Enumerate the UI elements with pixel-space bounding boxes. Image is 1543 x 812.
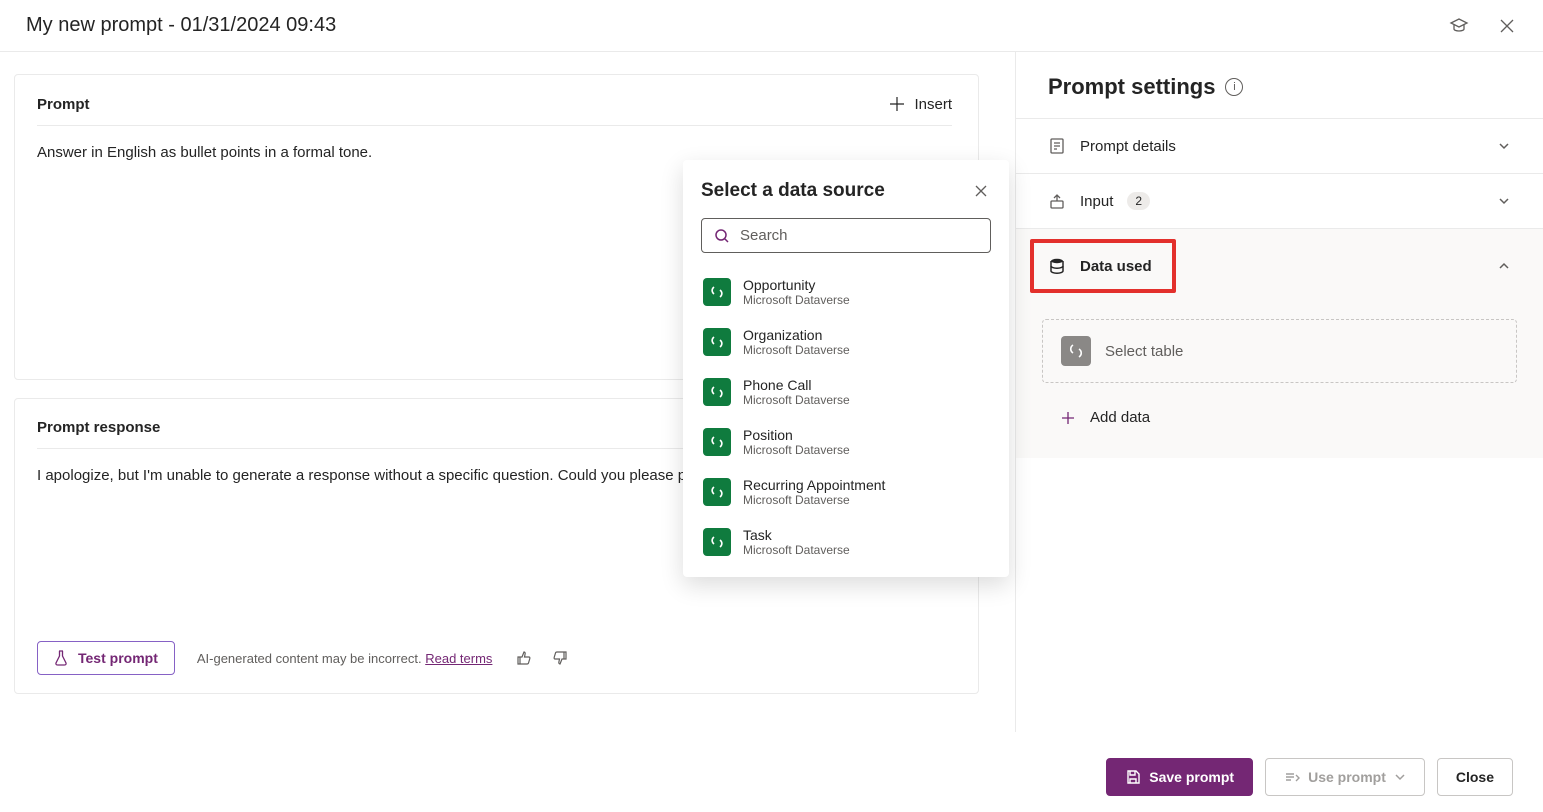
close-button[interactable]: Close: [1437, 758, 1513, 796]
chevron-down-icon: [1497, 139, 1511, 153]
chevron-down-icon: [1394, 771, 1406, 783]
settings-title: Prompt settings: [1048, 74, 1215, 100]
response-title: Prompt response: [37, 419, 160, 436]
save-label: Save prompt: [1149, 769, 1234, 785]
popup-header: Select a data source: [701, 180, 991, 202]
thumbs-up-icon[interactable]: [514, 648, 534, 668]
footer: Save prompt Use prompt Close: [0, 742, 1543, 812]
ds-name: Position: [743, 427, 850, 443]
save-prompt-button[interactable]: Save prompt: [1106, 758, 1253, 796]
input-count-badge: 2: [1127, 192, 1150, 210]
prompt-text[interactable]: Answer in English as bullet points in a …: [37, 126, 952, 161]
page-title: My new prompt - 01/31/2024 09:43: [26, 14, 336, 37]
data-source-item[interactable]: Position Microsoft Dataverse: [701, 417, 991, 467]
header-actions: [1449, 16, 1517, 36]
input-icon: [1048, 192, 1066, 210]
data-used-label: Data used: [1080, 258, 1152, 275]
row-prompt-details[interactable]: Prompt details: [1016, 119, 1543, 173]
feedback-icons: [514, 648, 570, 668]
ds-text: Recurring Appointment Microsoft Datavers…: [743, 477, 885, 507]
data-source-item[interactable]: Organization Microsoft Dataverse: [701, 317, 991, 367]
prompt-card-header: Prompt Insert: [37, 95, 952, 126]
section-prompt-details: Prompt details: [1016, 118, 1543, 173]
learn-icon[interactable]: [1449, 16, 1469, 36]
section-input: Input 2: [1016, 173, 1543, 228]
close-icon[interactable]: [1497, 16, 1517, 36]
dataverse-icon: [703, 278, 731, 306]
save-icon: [1125, 769, 1141, 785]
add-data-label: Add data: [1090, 409, 1150, 426]
dataverse-icon: [703, 378, 731, 406]
data-source-popup: Select a data source Opportunity Microso…: [683, 160, 1009, 577]
ds-sub: Microsoft Dataverse: [743, 493, 885, 507]
plus-icon: [1060, 410, 1076, 426]
settings-panel: Prompt settings i Prompt details Input 2: [1015, 52, 1543, 732]
ds-sub: Microsoft Dataverse: [743, 343, 850, 357]
search-icon: [714, 228, 730, 244]
popup-close-icon[interactable]: [971, 181, 991, 201]
prompt-details-label: Prompt details: [1080, 138, 1483, 155]
use-prompt-button[interactable]: Use prompt: [1265, 758, 1425, 796]
details-icon: [1048, 137, 1066, 155]
ds-name: Organization: [743, 327, 850, 343]
add-data-button[interactable]: Add data: [1042, 397, 1543, 438]
ds-text: Task Microsoft Dataverse: [743, 527, 850, 557]
plus-icon: [888, 95, 906, 113]
data-source-item[interactable]: Task Microsoft Dataverse: [701, 517, 991, 567]
data-source-list: Opportunity Microsoft Dataverse Organiza…: [701, 267, 991, 567]
database-icon: [1048, 257, 1066, 275]
test-prompt-button[interactable]: Test prompt: [37, 641, 175, 675]
close-label: Close: [1456, 769, 1494, 785]
ds-name: Recurring Appointment: [743, 477, 885, 493]
ds-sub: Microsoft Dataverse: [743, 543, 850, 557]
dataverse-icon: [703, 478, 731, 506]
ds-sub: Microsoft Dataverse: [743, 443, 850, 457]
popup-title: Select a data source: [701, 180, 885, 202]
row-input[interactable]: Input 2: [1016, 174, 1543, 228]
disclaimer-text: AI-generated content may be incorrect. R…: [197, 651, 493, 666]
select-table-label: Select table: [1105, 343, 1183, 360]
use-icon: [1284, 769, 1300, 785]
prompt-title: Prompt: [37, 96, 90, 113]
search-input[interactable]: [740, 227, 978, 244]
test-prompt-label: Test prompt: [78, 650, 158, 666]
data-source-item[interactable]: Opportunity Microsoft Dataverse: [701, 267, 991, 317]
flask-icon: [54, 650, 68, 666]
ds-name: Opportunity: [743, 277, 850, 293]
input-label: Input: [1080, 193, 1113, 210]
read-terms-link[interactable]: Read terms: [425, 651, 492, 666]
ds-text: Opportunity Microsoft Dataverse: [743, 277, 850, 307]
ds-name: Task: [743, 527, 850, 543]
insert-button[interactable]: Insert: [888, 95, 952, 113]
dataverse-icon: [703, 328, 731, 356]
settings-header: Prompt settings i: [1016, 52, 1543, 118]
data-source-item[interactable]: Recurring Appointment Microsoft Datavers…: [701, 467, 991, 517]
info-icon[interactable]: i: [1225, 78, 1243, 96]
ds-text: Organization Microsoft Dataverse: [743, 327, 850, 357]
ds-sub: Microsoft Dataverse: [743, 293, 850, 307]
page-header: My new prompt - 01/31/2024 09:43: [0, 0, 1543, 52]
ds-sub: Microsoft Dataverse: [743, 393, 850, 407]
search-box[interactable]: [701, 218, 991, 253]
dataverse-icon: [703, 528, 731, 556]
use-label: Use prompt: [1308, 769, 1386, 785]
chevron-up-icon: [1497, 259, 1511, 273]
row-data-used[interactable]: Data used: [1016, 229, 1543, 303]
section-data-used: Data used Select table Add data: [1016, 228, 1543, 458]
select-table-box[interactable]: Select table: [1042, 319, 1517, 383]
dataverse-icon: [1061, 336, 1091, 366]
response-footer: Test prompt AI-generated content may be …: [37, 641, 952, 675]
thumbs-down-icon[interactable]: [550, 648, 570, 668]
data-source-item[interactable]: Phone Call Microsoft Dataverse: [701, 367, 991, 417]
ds-text: Position Microsoft Dataverse: [743, 427, 850, 457]
ds-text: Phone Call Microsoft Dataverse: [743, 377, 850, 407]
ds-name: Phone Call: [743, 377, 850, 393]
dataverse-icon: [703, 428, 731, 456]
chevron-down-icon: [1497, 194, 1511, 208]
data-used-highlight: Data used: [1030, 239, 1176, 293]
insert-label: Insert: [914, 96, 952, 113]
disclaimer-msg: AI-generated content may be incorrect.: [197, 651, 422, 666]
